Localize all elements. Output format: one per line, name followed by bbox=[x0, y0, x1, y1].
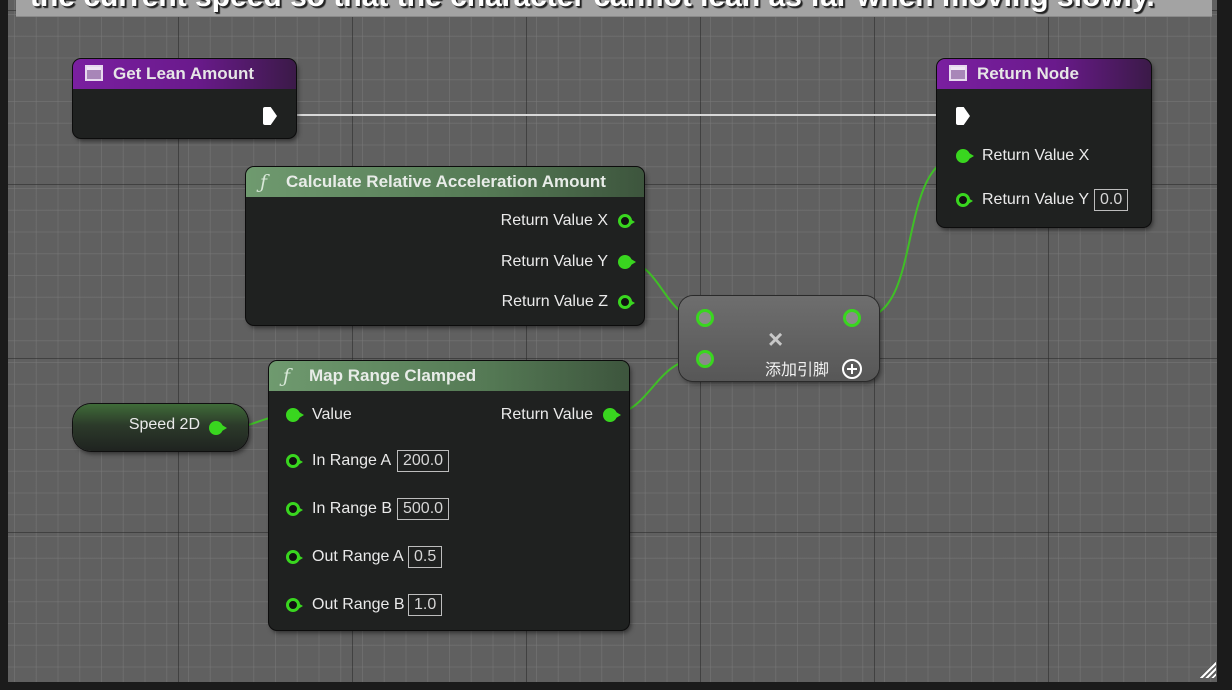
output-pin[interactable] bbox=[843, 309, 861, 327]
node-title: Map Range Clamped bbox=[309, 366, 477, 385]
event-node-icon bbox=[85, 65, 103, 81]
pin-return-value-y: Return Value Y bbox=[500, 250, 636, 274]
pin-return-value-x: Return Value X bbox=[500, 209, 635, 233]
pin-label: Return Value bbox=[500, 406, 593, 423]
pin-in-range-b: In Range B 500.0 bbox=[286, 497, 486, 521]
node-header: Return Node bbox=[937, 59, 1151, 89]
speed-2d-variable-node[interactable]: Speed 2D bbox=[73, 404, 248, 451]
float-pin[interactable] bbox=[618, 295, 635, 309]
pin-out-range-b: Out Range B 1.0 bbox=[286, 593, 486, 617]
pin-return-value-x: Return Value X bbox=[956, 144, 1089, 168]
pin-label: In Range A bbox=[312, 452, 392, 469]
pin-label: In Range B bbox=[312, 500, 393, 517]
float-pin[interactable] bbox=[956, 149, 974, 163]
float-pin[interactable] bbox=[286, 502, 303, 516]
multiply-icon: × bbox=[768, 324, 784, 354]
node-title: Calculate Relative Acceleration Amount bbox=[286, 172, 606, 191]
float-pin[interactable] bbox=[603, 408, 621, 422]
plus-circle-icon bbox=[842, 359, 863, 379]
comment-box-header[interactable]: the current speed so that the character … bbox=[16, 0, 1212, 17]
float-pin[interactable] bbox=[286, 454, 303, 468]
node-title: Return Node bbox=[977, 64, 1079, 83]
pin-label: Value bbox=[312, 406, 352, 423]
add-pin-button[interactable]: 添加引脚 bbox=[765, 356, 863, 380]
node-title: Get Lean Amount bbox=[113, 64, 255, 83]
pin-return-value: Return Value bbox=[500, 403, 621, 427]
event-node-icon bbox=[949, 65, 967, 81]
node-header: ƒ Map Range Clamped bbox=[269, 361, 629, 391]
node-header: Get Lean Amount bbox=[73, 59, 296, 89]
in-range-a-input[interactable]: 200.0 bbox=[397, 450, 450, 472]
pin-out-range-a: Out Range A 0.5 bbox=[286, 545, 486, 569]
comment-text: the current speed so that the character … bbox=[30, 0, 1155, 14]
return-node[interactable]: Return Node Return Value X Return Value … bbox=[937, 59, 1151, 227]
pin-return-value-y: Return Value Y 0.0 bbox=[956, 188, 1146, 212]
get-lean-amount-node[interactable]: Get Lean Amount bbox=[73, 59, 296, 138]
float-pin[interactable] bbox=[209, 421, 227, 435]
blueprint-editor: the current speed so that the character … bbox=[0, 0, 1232, 690]
float-pin[interactable] bbox=[286, 408, 304, 422]
float-pin[interactable] bbox=[618, 214, 635, 228]
out-range-b-input[interactable]: 1.0 bbox=[408, 594, 443, 616]
calculate-relative-acceleration-node[interactable]: ƒ Calculate Relative Acceleration Amount… bbox=[246, 167, 644, 325]
node-header: ƒ Calculate Relative Acceleration Amount bbox=[246, 167, 644, 197]
pin-label: Return Value X bbox=[500, 212, 608, 229]
pin-label: Out Range A bbox=[312, 548, 404, 565]
pin-return-value-z: Return Value Z bbox=[501, 290, 635, 314]
function-icon: ƒ bbox=[283, 365, 291, 387]
out-range-a-input[interactable]: 0.5 bbox=[408, 546, 443, 568]
pin-label: Return Value Z bbox=[501, 293, 608, 310]
exec-out-pin[interactable] bbox=[263, 107, 277, 125]
add-pin-label: 添加引脚 bbox=[765, 360, 830, 379]
pin-label: Return Value Y bbox=[982, 191, 1090, 208]
input-pin-b[interactable] bbox=[696, 350, 714, 368]
pin-label: Out Range B bbox=[312, 596, 405, 613]
float-pin[interactable] bbox=[286, 550, 303, 564]
pin-value: Value bbox=[286, 403, 352, 427]
float-pin[interactable] bbox=[286, 598, 303, 612]
return-value-y-input[interactable]: 0.0 bbox=[1094, 189, 1129, 211]
pin-label: Return Value X bbox=[982, 147, 1090, 164]
in-range-b-input[interactable]: 500.0 bbox=[397, 498, 450, 520]
map-range-clamped-node[interactable]: ƒ Map Range Clamped Value Return Value I… bbox=[269, 361, 629, 630]
input-pin-a[interactable] bbox=[696, 309, 714, 327]
variable-label: Speed 2D bbox=[128, 416, 200, 433]
float-pin[interactable] bbox=[618, 255, 636, 269]
pin-label: Return Value Y bbox=[500, 253, 608, 270]
float-pin[interactable] bbox=[956, 193, 973, 207]
pin-in-range-a: In Range A 200.0 bbox=[286, 449, 486, 473]
multiply-node[interactable]: × 添加引脚 bbox=[679, 296, 879, 381]
exec-in-pin[interactable] bbox=[956, 107, 970, 125]
function-icon: ƒ bbox=[260, 171, 268, 193]
